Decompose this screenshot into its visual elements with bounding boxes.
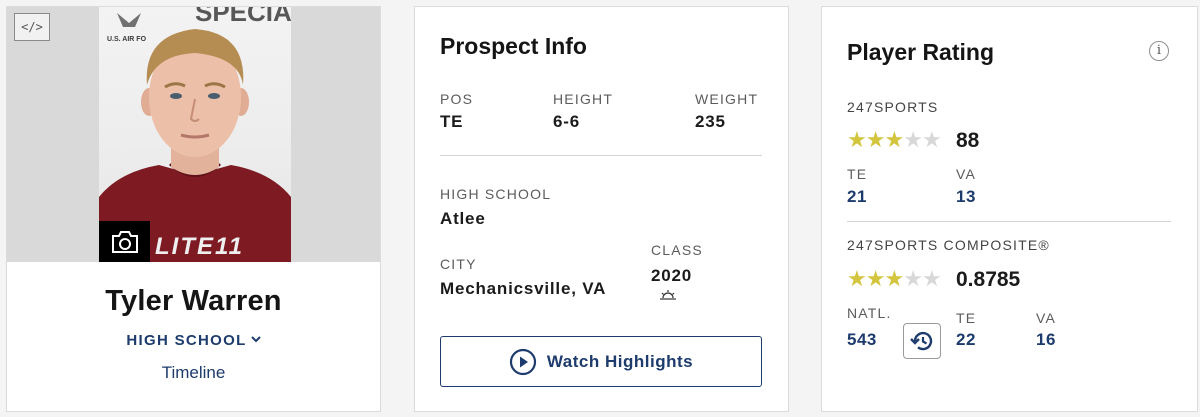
star-filled-icon: ★ [884,127,904,152]
sports247-rank-value-te[interactable]: 21 [847,187,867,207]
height-value: 6-6 [553,112,580,131]
star-filled-icon: ★ [847,127,867,152]
info-icon[interactable]: i [1149,41,1169,61]
sports247-score: 88 [956,129,980,152]
backdrop-logo-text: U.S. AIR FO [107,36,147,43]
pos-value: TE [440,112,464,131]
city-value: Mechanicsville, VA [440,279,607,298]
player-rating-title: Player Rating [847,39,994,65]
class-label: CLASS [651,242,703,258]
star-filled-icon: ★ [847,266,867,291]
rank-history-button[interactable] [903,323,941,359]
composite-stars: ★ ★ ★ ★ ★ [847,266,942,291]
sports247-stars: ★ ★ ★ ★ ★ [847,127,942,152]
composite-score: 0.8785 [956,268,1021,291]
camera-icon [111,230,138,253]
embed-code-button[interactable]: </> [14,13,50,41]
composite-rank-label-te: TE [956,310,977,326]
pos-label: POS [440,91,474,107]
sports247-label: 247SPORTS [847,99,939,115]
composite-rank-value-te[interactable]: 22 [956,330,976,350]
school-level-dropdown[interactable]: HIGH SCHOOL [7,330,380,349]
player-profile-card: SPECIAL U.S. AIR FO [6,6,381,412]
timeline-link[interactable]: Timeline [7,363,380,383]
history-icon [910,331,933,351]
jersey-text: LITE11 [155,233,244,260]
player-name: Tyler Warren [105,285,282,317]
star-empty-icon: ★ [921,127,942,152]
composite-label: 247SPORTS COMPOSITE® [847,237,1050,253]
star-filled-icon: ★ [865,127,886,152]
school-level-label: HIGH SCHOOL [126,332,247,349]
divider [847,221,1171,222]
composite-rank-label-va: VA [1036,310,1057,326]
star-filled-icon: ★ [865,266,886,291]
sunrise-icon [660,290,676,300]
composite-rank-value-va[interactable]: 16 [1036,330,1056,350]
star-filled-icon: ★ [884,266,904,291]
play-icon [509,348,536,375]
chevron-down-icon [250,330,261,347]
prospect-info-title: Prospect Info [440,33,587,59]
player-rating-card: Player Rating i 247SPORTS ★ ★ ★ ★ ★ 88 TE 21… [821,6,1198,412]
watch-highlights-button[interactable]: Watch Highlights [440,336,762,387]
sports247-rank-label-te: TE [847,166,868,182]
star-empty-icon: ★ [903,266,923,291]
sports247-rank-value-va[interactable]: 13 [956,187,976,207]
high-school-value: Atlee [440,209,486,228]
watch-highlights-label: Watch Highlights [546,351,694,371]
weight-label: WEIGHT [695,91,759,107]
class-value: 2020 [651,266,693,285]
sports247-rank-label-va: VA [956,166,977,182]
composite-rank-value-natl[interactable]: 543 [847,330,877,350]
composite-rank-label-natl: NATL. [847,305,892,321]
high-school-label: HIGH SCHOOL [440,186,552,202]
divider [440,155,762,156]
star-empty-icon: ★ [903,127,923,152]
weight-value: 235 [695,112,726,131]
camera-button[interactable] [99,221,150,262]
prospect-info-card: Prospect Info POS TE HEIGHT 6-6 WEIGHT 2… [414,6,789,412]
backdrop-text: SPECIAL [195,7,291,27]
height-label: HEIGHT [553,91,614,107]
city-label: CITY [440,256,477,272]
photo-area: SPECIAL U.S. AIR FO [7,7,380,262]
star-empty-icon: ★ [921,266,942,291]
